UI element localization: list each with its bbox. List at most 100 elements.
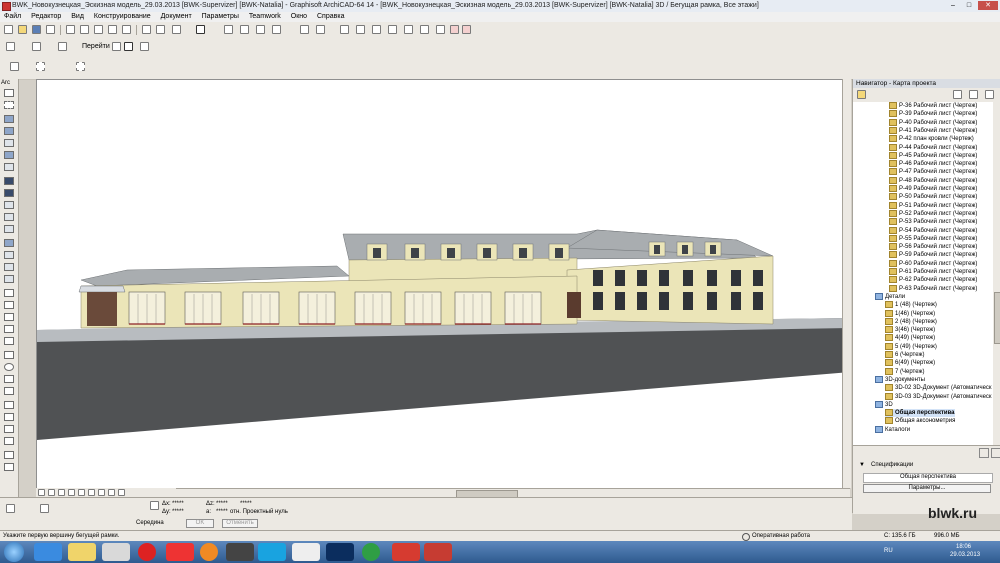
column-tool-icon[interactable]: [4, 127, 14, 135]
drawing-tool-icon[interactable]: [4, 387, 14, 395]
menu-teamwork[interactable]: Teamwork: [245, 12, 285, 22]
tree-item[interactable]: P-60 Рабочий лист (Чертеж): [889, 259, 977, 268]
menu-view[interactable]: Вид: [67, 12, 88, 22]
tree-item[interactable]: P-51 Рабочий лист (Чертеж): [889, 201, 977, 210]
mirror-icon[interactable]: [256, 25, 265, 34]
pan-icon[interactable]: [78, 489, 85, 496]
split-icon[interactable]: [340, 25, 349, 34]
drag-icon[interactable]: [224, 25, 233, 34]
tree-item[interactable]: P-40 Рабочий лист (Чертеж): [889, 118, 977, 127]
settings-icon[interactable]: [979, 448, 989, 458]
trim-icon[interactable]: [388, 25, 397, 34]
chrome-taskbar-icon[interactable]: [362, 543, 380, 561]
offset-icon[interactable]: [420, 25, 429, 34]
close-button[interactable]: ✕: [978, 1, 998, 10]
specs-toggle-icon[interactable]: ▼: [859, 462, 865, 468]
print-icon[interactable]: [46, 25, 55, 34]
relative-to-label[interactable]: отн. Проектный нуль: [230, 509, 288, 515]
elevate-icon[interactable]: [272, 25, 281, 34]
top-value[interactable]: *****: [240, 501, 252, 507]
open-file-icon[interactable]: [18, 25, 27, 34]
tree-item[interactable]: P-61 Рабочий лист (Чертеж): [889, 268, 977, 276]
menu-options[interactable]: Параметры: [198, 12, 243, 22]
tree-item[interactable]: 7 (Чертеж): [885, 367, 925, 376]
menu-document[interactable]: Документ: [157, 12, 196, 22]
redo-icon[interactable]: [122, 25, 131, 34]
menu-file[interactable]: Файл: [0, 12, 25, 22]
tree-item[interactable]: 6 (Чертеж): [885, 351, 925, 359]
cut-icon[interactable]: [66, 25, 75, 34]
explorer-taskbar-icon[interactable]: [68, 543, 96, 561]
tree-item[interactable]: 2 (48) (Чертеж): [885, 317, 937, 326]
tree-item[interactable]: 3(46) (Чертеж): [885, 326, 935, 334]
dz-value[interactable]: *****: [216, 501, 228, 507]
publisher-icon[interactable]: [985, 90, 994, 99]
door-tool-icon[interactable]: [4, 189, 14, 197]
tree-item[interactable]: P-53 Рабочий лист (Чертеж): [889, 218, 977, 226]
goto-dropdown-icon[interactable]: [112, 42, 121, 51]
snap-mode-label[interactable]: Середина: [136, 520, 164, 526]
tree-item[interactable]: P-62 Рабочий лист (Чертеж): [889, 276, 977, 284]
tree-item[interactable]: 5 (49) (Чертеж): [885, 342, 937, 351]
yandex-taskbar-icon[interactable]: [166, 543, 194, 561]
marquee-icon[interactable]: [36, 62, 45, 71]
parameters-button[interactable]: Параметры...: [863, 484, 991, 493]
archicad-taskbar-icon[interactable]: [292, 543, 320, 561]
arrow-tool-icon[interactable]: [4, 89, 14, 97]
tree-item[interactable]: P-63 Рабочий лист (Чертеж): [889, 284, 977, 293]
save-icon[interactable]: [32, 25, 41, 34]
tree-item[interactable]: P-52 Рабочий лист (Чертеж): [889, 209, 977, 218]
tree-item[interactable]: 3D-03 3D-Документ (Автоматическ: [885, 392, 992, 401]
menu-edit[interactable]: Редактор: [27, 12, 65, 22]
menu-design[interactable]: Конструирование: [90, 12, 155, 22]
3d-view-icon[interactable]: [58, 42, 67, 51]
mesh-tool-icon[interactable]: [4, 239, 14, 247]
tree-item[interactable]: 4(49) (Чертеж): [885, 334, 935, 342]
tree-item[interactable]: 3D-02 3D-Документ (Автоматическ: [885, 384, 992, 392]
explore-icon[interactable]: [98, 489, 105, 496]
new-file-icon[interactable]: [4, 25, 13, 34]
firefox-taskbar-icon[interactable]: [200, 543, 218, 561]
fit-window-icon[interactable]: [68, 489, 75, 496]
tree-item[interactable]: P-42 план кровли (Чертеж): [889, 135, 974, 143]
object-tool-icon[interactable]: [4, 201, 14, 209]
layout-book-icon[interactable]: [969, 90, 978, 99]
curtain-wall-tool-icon[interactable]: [4, 263, 14, 271]
resize-icon[interactable]: [404, 25, 413, 34]
3d-window-icon[interactable]: [124, 42, 133, 51]
tree-item[interactable]: P-54 Рабочий лист (Чертеж): [889, 226, 977, 235]
more-tools-icon[interactable]: [4, 463, 14, 471]
pointer-settings-icon[interactable]: [10, 62, 19, 71]
maximize-button[interactable]: □: [962, 1, 976, 10]
vertical-scrollbar[interactable]: [842, 79, 851, 488]
detail-tool-icon[interactable]: [4, 425, 14, 433]
goto-label[interactable]: Перейти: [82, 43, 110, 50]
slab-tool-icon[interactable]: [4, 151, 14, 159]
rotate-icon[interactable]: [240, 25, 249, 34]
text-tool-icon[interactable]: [4, 313, 14, 321]
acrobat-pro-taskbar-icon[interactable]: [424, 543, 452, 561]
curtain-wall-icon[interactable]: [436, 25, 445, 34]
stair-tool-icon[interactable]: [4, 225, 14, 233]
view-map-icon[interactable]: [953, 90, 962, 99]
language-indicator[interactable]: RU: [884, 548, 893, 554]
tree-folder-3d-documents[interactable]: 3D-документы: [875, 375, 925, 384]
adjust-icon[interactable]: [356, 25, 365, 34]
photoshop-taskbar-icon[interactable]: [326, 543, 354, 561]
selection-filter-icon[interactable]: [172, 25, 181, 34]
selection-method-icon[interactable]: [40, 504, 49, 513]
skype-taskbar-icon[interactable]: [258, 543, 286, 561]
tree-item[interactable]: P-41 Рабочий лист (Чертеж): [889, 126, 977, 135]
ok-button[interactable]: OK: [186, 519, 214, 528]
line-tool-icon[interactable]: [4, 351, 14, 359]
arc-tool-icon[interactable]: [4, 363, 14, 371]
delete-view-icon[interactable]: [991, 448, 1000, 458]
window-tool-icon[interactable]: [4, 177, 14, 185]
3d-viewport[interactable]: [36, 79, 850, 497]
paste-icon[interactable]: [94, 25, 103, 34]
zone-tool-icon[interactable]: [4, 251, 14, 259]
marquee-tool-icon[interactable]: [4, 101, 14, 109]
tree-item[interactable]: P-59 Рабочий лист (Чертеж): [889, 251, 977, 259]
recorder-taskbar-icon[interactable]: [226, 543, 254, 561]
tree-folder-3d[interactable]: 3D: [875, 400, 893, 409]
